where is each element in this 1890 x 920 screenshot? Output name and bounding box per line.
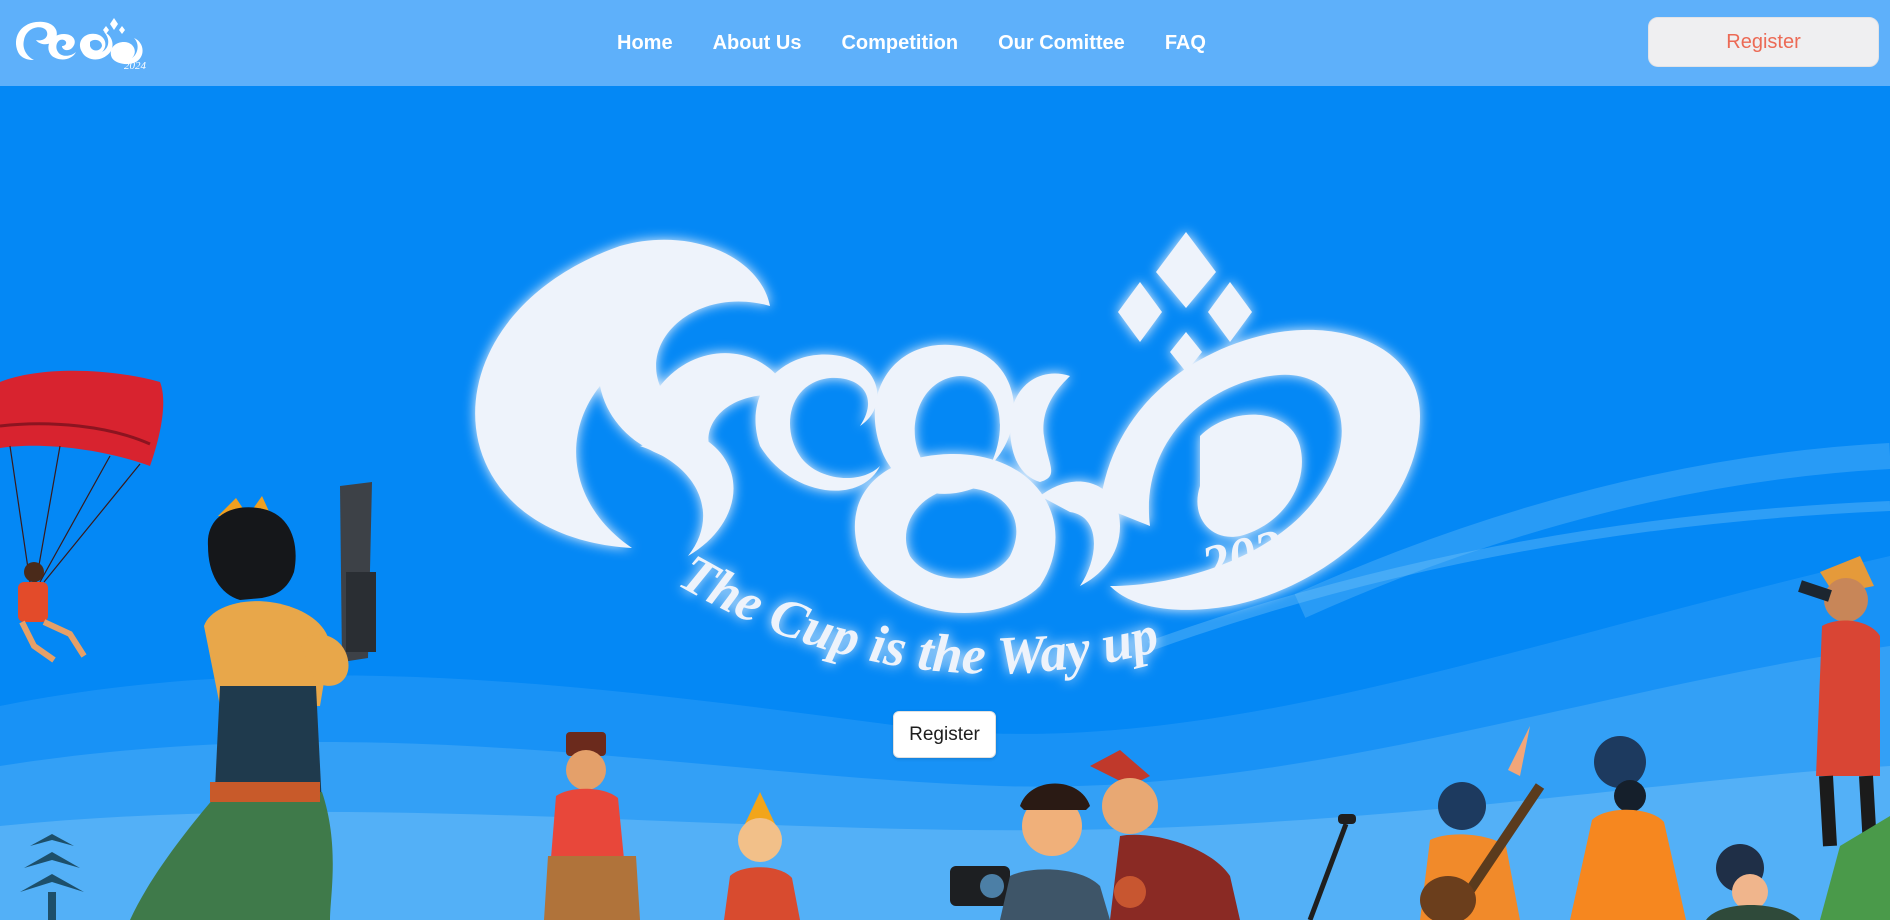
- nav-item-home[interactable]: Home: [617, 32, 673, 55]
- brand-logo[interactable]: 2024: [10, 12, 152, 72]
- nav-item-about-us[interactable]: About Us: [713, 32, 802, 55]
- nav-item-our-comittee[interactable]: Our Comittee: [998, 32, 1125, 55]
- brand-logo-year: 2024: [124, 60, 147, 72]
- paraglider-illustration: [0, 370, 164, 663]
- hero-register-button[interactable]: Register: [893, 711, 996, 758]
- nav-item-faq[interactable]: FAQ: [1165, 32, 1206, 55]
- hero-section: 2024 The Cup is the Way up Register: [0, 86, 1890, 920]
- nav-item-competition[interactable]: Competition: [841, 32, 958, 55]
- hero-tagline: The Cup is the Way up: [670, 542, 1164, 686]
- navbar: 2024 Home About Us Competition Our Comit…: [0, 0, 1890, 86]
- nav-register-button[interactable]: Register: [1648, 17, 1879, 67]
- hero-logo: 2024: [475, 232, 1420, 614]
- main-nav: Home About Us Competition Our Comittee F…: [617, 0, 1246, 86]
